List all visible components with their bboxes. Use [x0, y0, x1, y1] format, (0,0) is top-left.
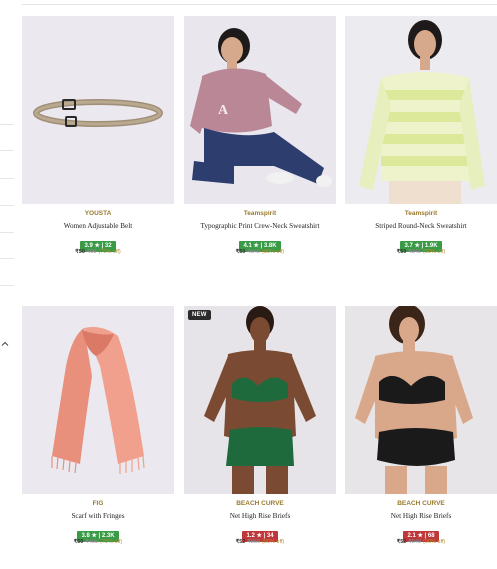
filter-sidebar-edge — [0, 0, 16, 569]
discount-text: (90% off) — [423, 539, 446, 545]
price-row: ₹50 ₹499 (75% off) — [22, 539, 174, 545]
product-brand: FIG — [92, 500, 104, 507]
product-name[interactable]: Striped Round-Neck Sweatshirt — [345, 221, 497, 231]
new-badge: NEW — [188, 310, 211, 320]
sidebar-divider — [0, 124, 14, 125]
price-row: ₹52 ₹849 (90% off) — [345, 539, 497, 545]
product-brand: BEACH CURVE — [236, 500, 284, 507]
product-card[interactable]: FIG Scarf with Fringes 3.8 ★ | 2.3K ₹50 ₹… — [22, 306, 174, 545]
sale-price: ₹50 — [75, 249, 85, 255]
product-name[interactable]: Net High Rise Briefs — [345, 511, 497, 521]
product-image[interactable] — [345, 306, 497, 494]
sale-price: ₹50 — [396, 249, 407, 255]
discount-text: (80% off) — [262, 249, 285, 255]
chevron-up-icon[interactable] — [0, 339, 12, 351]
product-brand: BEACH CURVE — [397, 500, 445, 507]
sale-price: ₹52 — [235, 539, 246, 545]
discount-text: (90% off) — [262, 539, 285, 545]
product-image[interactable] — [22, 16, 174, 204]
product-card[interactable]: A Teamspirit Typographic Print Crew-Neck… — [184, 16, 336, 255]
product-card[interactable]: YOUSTA Women Adjustable Belt 3.9 ★ | 32 … — [22, 16, 174, 255]
sidebar-divider — [0, 150, 14, 151]
original-price: ₹99 — [86, 249, 97, 255]
discount-text: (75% off) — [100, 539, 123, 545]
sweatshirt-model-image: A — [190, 28, 332, 187]
product-image[interactable]: A — [184, 16, 336, 204]
original-price: ₹849 — [247, 249, 261, 255]
original-price: ₹849 — [408, 249, 422, 255]
discount-text: (80% off) — [423, 249, 446, 255]
sale-price: ₹52 — [396, 539, 407, 545]
price-row: ₹52 ₹860 (90% off) — [184, 539, 336, 545]
sidebar-divider — [0, 285, 14, 286]
product-image[interactable]: NEW — [184, 306, 336, 494]
product-name[interactable]: Women Adjustable Belt — [22, 221, 174, 231]
grid-top-divider — [22, 4, 497, 5]
sidebar-divider — [0, 178, 14, 179]
product-card[interactable]: Teamspirit Striped Round-Neck Sweatshirt… — [345, 16, 497, 255]
product-brand: Teamspirit — [404, 210, 438, 217]
belt-image — [33, 99, 163, 127]
product-name[interactable]: Net High Rise Briefs — [184, 511, 336, 521]
original-price: ₹860 — [247, 539, 261, 545]
sale-price: ₹50 — [235, 249, 246, 255]
product-brand: YOUSTA — [84, 210, 112, 217]
product-card[interactable]: BEACH CURVE Net High Rise Briefs 2.1 ★ |… — [345, 306, 497, 545]
scarf-image — [51, 327, 145, 474]
discount-text: (70% off) — [98, 249, 121, 255]
price-row: ₹50 ₹99 (70% off) — [22, 249, 174, 255]
product-image[interactable] — [22, 306, 174, 494]
lingerie-model-image — [204, 306, 316, 494]
original-price: ₹499 — [85, 539, 99, 545]
sidebar-divider — [0, 232, 14, 233]
svg-text:A: A — [218, 103, 229, 118]
price-row: ₹50 ₹849 (80% off) — [184, 249, 336, 255]
sidebar-divider — [0, 258, 14, 259]
price-row: ₹50 ₹849 (80% off) — [345, 249, 497, 255]
sale-price: ₹50 — [73, 539, 84, 545]
original-price: ₹849 — [408, 539, 422, 545]
product-name[interactable]: Typographic Print Crew-Neck Sweatshirt — [184, 221, 336, 231]
product-brand: Teamspirit — [243, 210, 277, 217]
product-image[interactable] — [345, 16, 497, 204]
sidebar-divider — [0, 205, 14, 206]
product-name[interactable]: Scarf with Fringes — [22, 511, 174, 521]
product-card[interactable]: NEW BEACH CURVE Net High Rise Briefs 1.2… — [184, 306, 336, 545]
lingerie-model-image — [355, 306, 473, 494]
sweatshirt-model-image — [359, 20, 485, 204]
